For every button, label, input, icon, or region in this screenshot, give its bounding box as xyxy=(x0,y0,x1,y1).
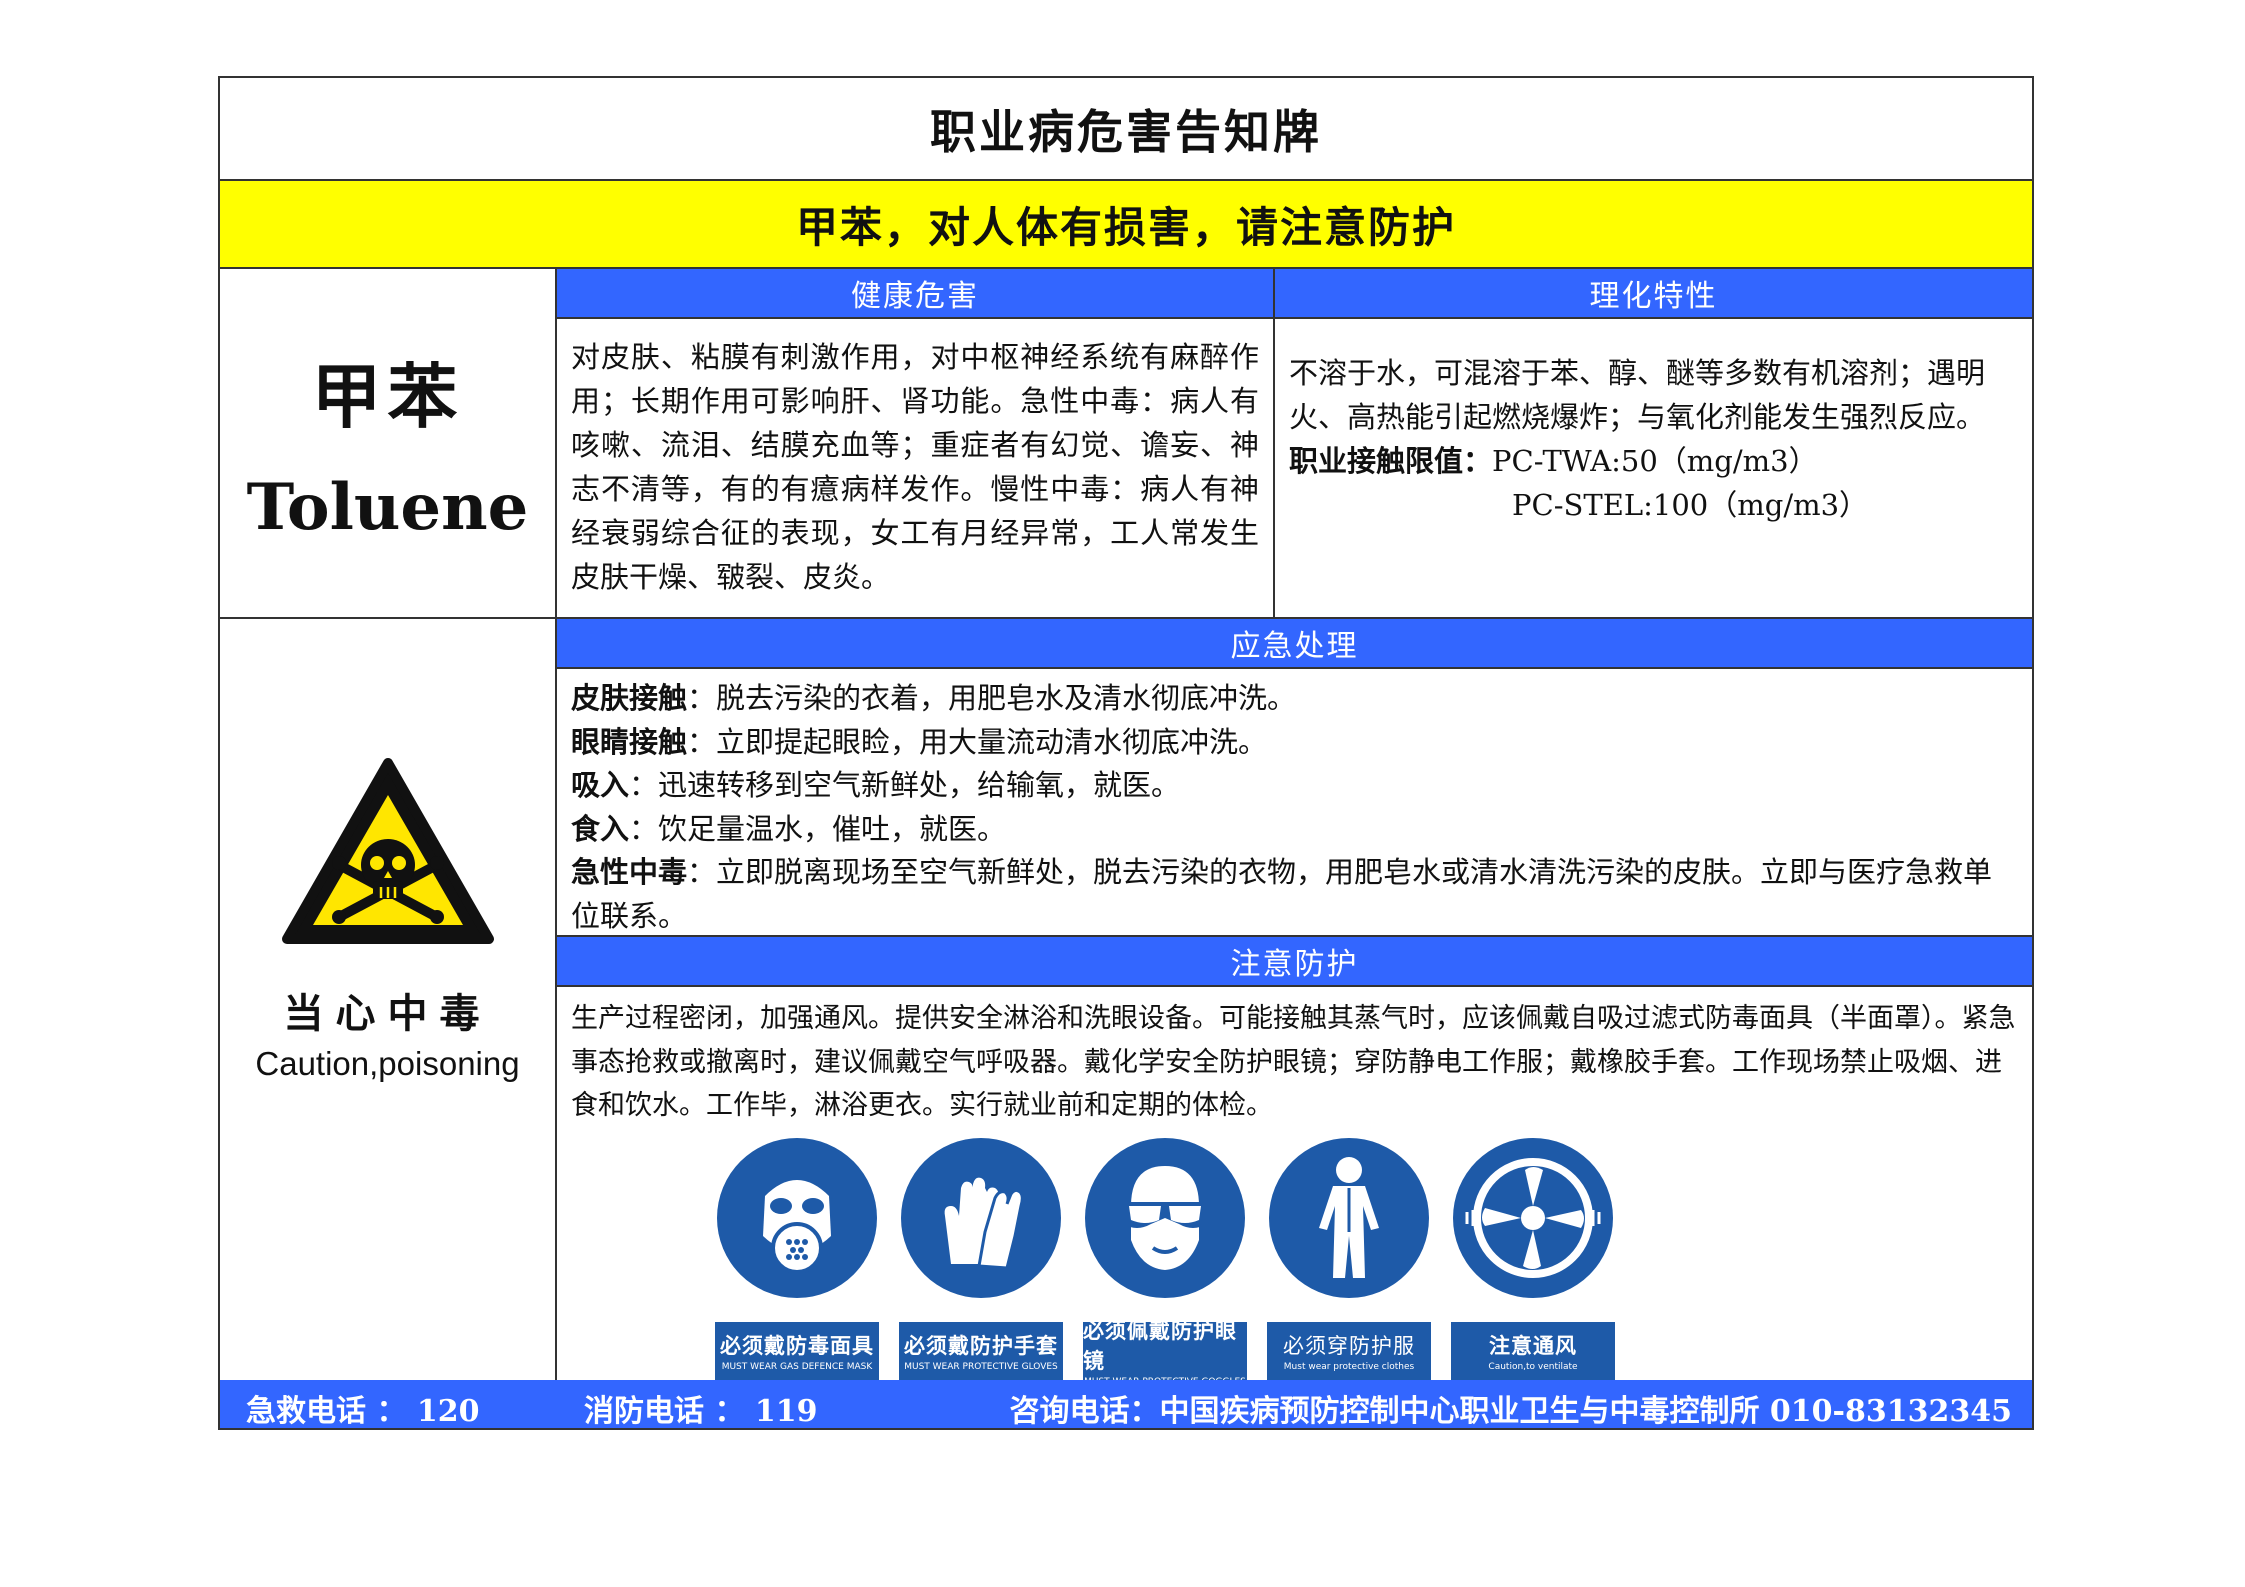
exposure-limit-line: 职业接触限值：PC-TWA:50（mg/m3） xyxy=(1289,439,2018,483)
warning-sign-cell: 当心中毒 Caution,poisoning xyxy=(220,619,557,1380)
physical-properties-heading: 理化特性 xyxy=(1275,269,2032,319)
sign-label-en: Caution,poisoning xyxy=(255,1045,520,1082)
substance-name-en: Toluene xyxy=(246,470,529,545)
protective-clothes-icon xyxy=(1269,1138,1429,1298)
physical-properties-text: 不溶于水，可混溶于苯、醇、醚等多数有机溶剂；遇明火、高热能引起燃烧爆炸；与氧化剂… xyxy=(1289,356,1986,434)
hazard-notice-board: 职业病危害告知牌 甲苯，对人体有损害，请注意防护 甲苯 Toluene 健康危害… xyxy=(218,76,2034,1430)
ppe-label-en: MUST WEAR PROTECTIVE GLOVES xyxy=(904,1362,1058,1372)
emergency-item-text: ：迅速转移到空气新鲜处，给输氧，就医。 xyxy=(629,768,1181,802)
sign-label-cn: 当心中毒 xyxy=(283,991,492,1037)
emergency-item-key: 皮肤接触 xyxy=(571,681,688,715)
emergency-item-key: 眼睛接触 xyxy=(571,724,688,759)
substance-name-cn: 甲苯 xyxy=(311,355,464,438)
ppe-card: 必须戴防护手套 MUST WEAR PROTECTIVE GLOVES xyxy=(899,1136,1063,1380)
limit-stel: PC-STEL:100（mg/m3） xyxy=(1512,488,1869,522)
gloves-icon xyxy=(901,1138,1061,1298)
emergency-item-key: 食入 xyxy=(571,811,630,846)
ppe-label: 必须佩戴防护眼镜 MUST WEAR PROTECTIVE GOGGLES xyxy=(1083,1319,1247,1387)
fire-phone: 消防电话 ： 119 xyxy=(584,1394,818,1429)
ppe-label-cn: 注意通风 xyxy=(1489,1334,1577,1358)
emergency-item-key: 急性中毒 xyxy=(571,855,688,889)
ppe-icon-row: 必须戴防毒面具 MUST WEAR GAS DEFENCE MASK 必须戴防护… xyxy=(715,1136,1615,1387)
ppe-card: 注意通风 Caution,to ventilate xyxy=(1451,1136,1615,1380)
ventilation-fan-icon xyxy=(1453,1138,1613,1298)
protection-heading: 注意防护 xyxy=(557,937,2032,987)
emergency-item: 急性中毒：立即脱离现场至空气新鲜处，脱去污染的衣物，用肥皂水或清水清洗污染的皮肤… xyxy=(571,851,2018,938)
ppe-label-en: Must wear protective clothes xyxy=(1283,1362,1415,1372)
ppe-label: 必须戴防护手套 MUST WEAR PROTECTIVE GLOVES xyxy=(899,1322,1063,1380)
ppe-label-cn: 必须穿防护服 xyxy=(1283,1334,1415,1358)
emergency-item: 食入：饮足量温水，催吐，就医。 xyxy=(571,808,2018,852)
emergency-body: 皮肤接触：脱去污染的衣着，用肥皂水及清水彻底冲洗。 眼睛接触：立即提起眼睑，用大… xyxy=(557,669,2032,937)
ppe-card: 必须穿防护服 Must wear protective clothes xyxy=(1267,1136,1431,1380)
consult-phone: 咨询电话：中国疾病预防控制中心职业卫生与中毒控制所 010-83132345 xyxy=(1009,1394,2012,1429)
emergency-item-text: ：立即提起眼睑，用大量流动清水彻底冲洗。 xyxy=(687,724,1268,759)
emergency-item-key: 吸入 xyxy=(571,768,630,802)
skull-crossbones-icon xyxy=(281,758,494,944)
ppe-label: 必须穿防护服 Must wear protective clothes xyxy=(1267,1322,1431,1380)
emergency-item: 眼睛接触：立即提起眼睑，用大量流动清水彻底冲洗。 xyxy=(571,721,2018,765)
emergency-item-text: ：立即脱离现场至空气新鲜处，脱去污染的衣物，用肥皂水或清水清洗污染的皮肤。立即与… xyxy=(571,855,1993,933)
exposure-limit-label: 职业接触限值： xyxy=(1289,444,1493,478)
health-hazard-heading: 健康危害 xyxy=(557,269,1275,319)
board-title: 职业病危害告知牌 xyxy=(220,78,2032,181)
ppe-label-cn: 必须戴防毒面具 xyxy=(720,1334,874,1358)
first-aid-phone: 急救电话 ： 120 xyxy=(246,1394,480,1429)
emergency-item: 皮肤接触：脱去污染的衣着，用肥皂水及清水彻底冲洗。 xyxy=(571,677,2018,721)
ppe-card: 必须佩戴防护眼镜 MUST WEAR PROTECTIVE GOGGLES xyxy=(1083,1136,1247,1387)
emergency-item-text: ：饮足量温水，催吐，就医。 xyxy=(629,811,1007,846)
ppe-label-en: MUST WEAR GAS DEFENCE MASK xyxy=(721,1362,873,1372)
physical-properties-body: 不溶于水，可混溶于苯、醇、醚等多数有机溶剂；遇明火、高热能引起燃烧爆炸；与氧化剂… xyxy=(1275,319,2032,619)
gas-mask-icon xyxy=(717,1138,877,1298)
health-hazard-text: 对皮肤、粘膜有刺激作用，对中枢神经系统有麻醉作用；长期作用可影响肝、肾功能。急性… xyxy=(557,319,1275,619)
ppe-card: 必须戴防毒面具 MUST WEAR GAS DEFENCE MASK xyxy=(715,1136,879,1380)
contact-footer: 急救电话 ： 120 消防电话 ： 119 咨询电话：中国疾病预防控制中心职业卫… xyxy=(220,1380,2032,1429)
emergency-item-text: ：脱去污染的衣着，用肥皂水及清水彻底冲洗。 xyxy=(687,681,1297,715)
goggles-icon xyxy=(1085,1138,1245,1298)
emergency-heading: 应急处理 xyxy=(557,619,2032,669)
emergency-item: 吸入：迅速转移到空气新鲜处，给输氧，就医。 xyxy=(571,764,2018,808)
limit-twa: PC-TWA:50（mg/m3） xyxy=(1492,444,1818,478)
warning-banner: 甲苯，对人体有损害，请注意防护 xyxy=(220,181,2032,269)
ppe-label: 注意通风 Caution,to ventilate xyxy=(1451,1322,1615,1380)
substance-name-cell: 甲苯 Toluene xyxy=(220,269,557,619)
ppe-label-en: Caution,to ventilate xyxy=(1488,1362,1578,1372)
ppe-label-cn: 必须佩戴防护眼镜 xyxy=(1083,1319,1237,1373)
ppe-label: 必须戴防毒面具 MUST WEAR GAS DEFENCE MASK xyxy=(715,1322,879,1380)
ppe-label-cn: 必须戴防护手套 xyxy=(904,1334,1058,1358)
